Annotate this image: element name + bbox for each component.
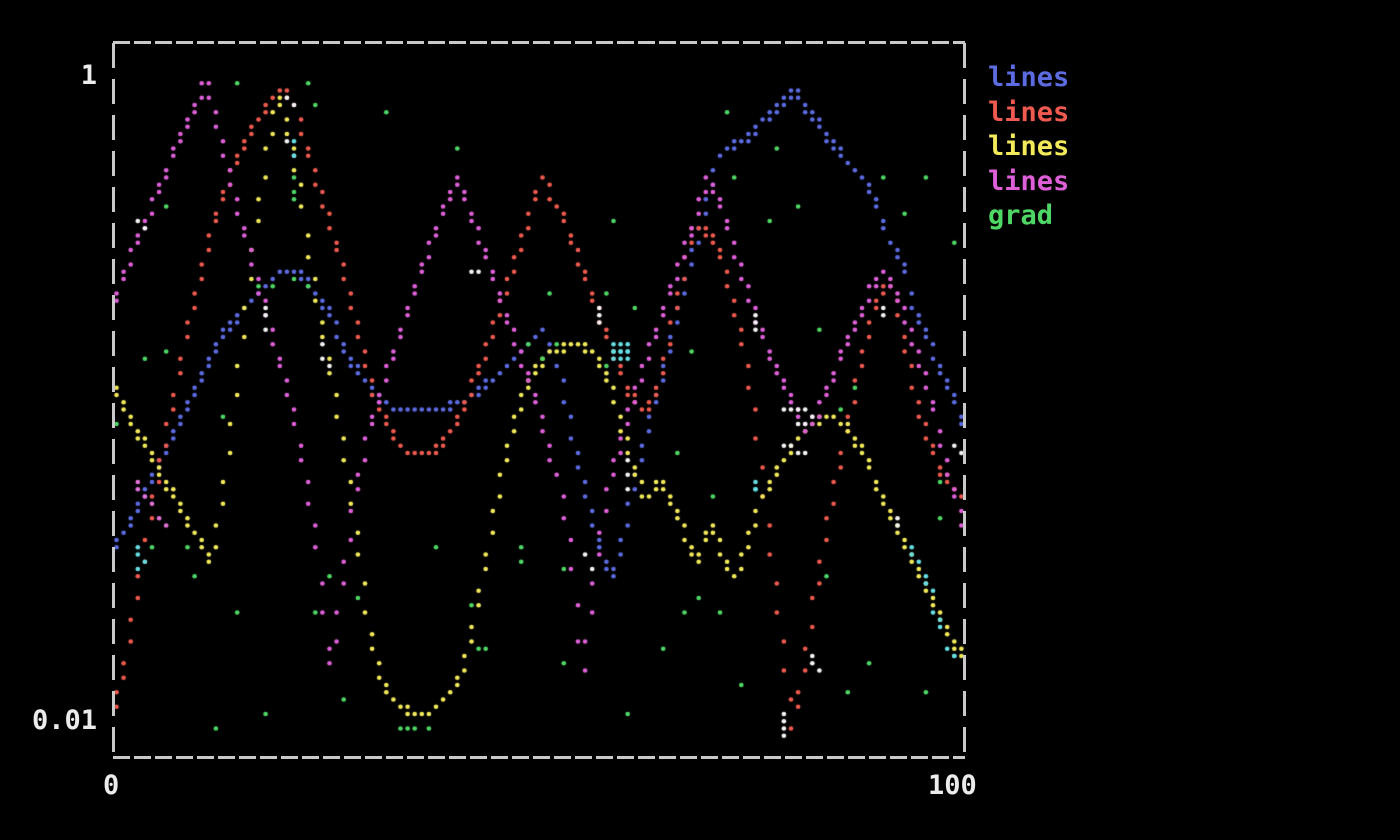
legend: lines lines lines lines grad bbox=[988, 61, 1069, 234]
legend-item-lines-blue: lines bbox=[988, 61, 1069, 96]
terminal-plot: 1 0.01 0 100 lines lines lines lines gra… bbox=[0, 0, 1400, 840]
plot-frame-left bbox=[112, 43, 115, 757]
legend-item-lines-red: lines bbox=[988, 96, 1069, 131]
legend-item-lines-magenta: lines bbox=[988, 165, 1069, 200]
y-axis-tick-bottom: 0.01 bbox=[20, 707, 97, 734]
plot-frame-bottom bbox=[113, 756, 965, 759]
x-axis-tick-left: 0 bbox=[103, 772, 119, 799]
legend-item-grad: grad bbox=[988, 199, 1069, 234]
legend-item-lines-yellow: lines bbox=[988, 130, 1069, 165]
plot-frame-right bbox=[963, 43, 966, 757]
x-axis-tick-right: 100 bbox=[928, 772, 977, 799]
plot-canvas bbox=[0, 0, 1400, 840]
y-axis-tick-top: 1 bbox=[20, 62, 97, 89]
plot-frame-top bbox=[113, 41, 965, 44]
